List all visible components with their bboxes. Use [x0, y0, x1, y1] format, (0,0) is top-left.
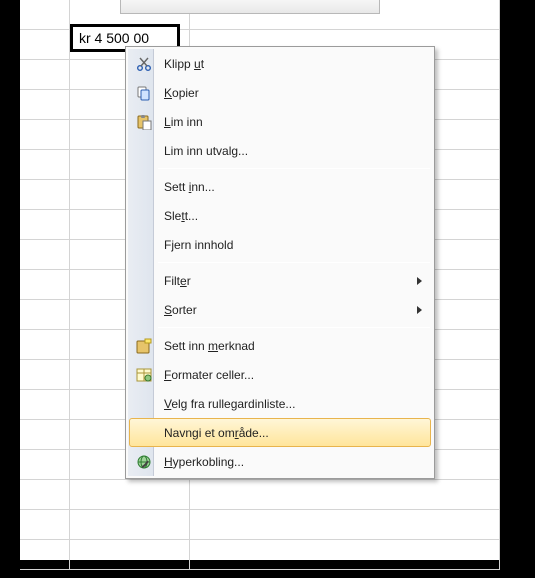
grid-cell[interactable] [70, 480, 190, 509]
menu-separator [158, 168, 430, 169]
grid-cell[interactable] [190, 510, 500, 539]
window-frame: // rows are purely decorative grid lines… [20, 0, 500, 560]
grid-cell[interactable] [70, 540, 190, 569]
menu-label: Sett inn... [164, 180, 215, 194]
grid-row [20, 480, 500, 510]
menu-label: Hyperkobling... [164, 455, 244, 469]
menu-cut[interactable]: Klipp ut [129, 49, 431, 78]
menu-paste-special[interactable]: Lim inn utvalg... [129, 136, 431, 165]
grid-row [20, 510, 500, 540]
toolbar-fragment [120, 0, 380, 14]
grid-cell[interactable] [20, 120, 70, 149]
grid-cell[interactable] [20, 540, 70, 569]
menu-paste[interactable]: Lim inn [129, 107, 431, 136]
menu-copy[interactable]: Kopier [129, 78, 431, 107]
grid-cell[interactable] [20, 480, 70, 509]
grid-cell[interactable] [20, 390, 70, 419]
menu-name-range[interactable]: Navngi et område... [129, 418, 431, 447]
grid-cell[interactable] [20, 240, 70, 269]
menu-separator [158, 327, 430, 328]
grid-cell[interactable] [20, 420, 70, 449]
grid-cell[interactable] [190, 540, 500, 569]
hyperlink-icon [134, 452, 154, 472]
submenu-arrow-icon [417, 277, 422, 285]
menu-filter[interactable]: Filter [129, 266, 431, 295]
menu-hyperlink[interactable]: Hyperkobling... [129, 447, 431, 476]
grid-cell[interactable] [20, 90, 70, 119]
grid-cell[interactable] [20, 30, 70, 59]
menu-label: Navngi et område... [164, 426, 269, 440]
menu-label: Kopier [164, 86, 199, 100]
grid-row [20, 540, 500, 570]
menu-separator [158, 262, 430, 263]
menu-sort[interactable]: Sorter [129, 295, 431, 324]
menu-insert[interactable]: Sett inn... [129, 172, 431, 201]
menu-label: Klipp ut [164, 57, 204, 71]
menu-label: Lim inn [164, 115, 203, 129]
paste-icon [134, 112, 154, 132]
grid-cell[interactable] [20, 180, 70, 209]
menu-label: Filter [164, 274, 191, 288]
menu-label: Sorter [164, 303, 197, 317]
grid-cell[interactable] [20, 270, 70, 299]
menu-clear[interactable]: Fjern innhold [129, 230, 431, 259]
cell-value: kr 4 500 00 [79, 30, 149, 46]
menu-pick-from-list[interactable]: Velg fra rullegardinliste... [129, 389, 431, 418]
menu-label: Lim inn utvalg... [164, 144, 248, 158]
format-cells-icon [134, 365, 154, 385]
menu-format-cells[interactable]: Formater celler... [129, 360, 431, 389]
grid-cell[interactable] [20, 300, 70, 329]
grid-cell[interactable] [190, 480, 500, 509]
submenu-arrow-icon [417, 306, 422, 314]
grid-cell[interactable] [20, 360, 70, 389]
context-menu: Klipp ut Kopier [125, 46, 435, 479]
menu-label: Sett inn merknad [164, 339, 255, 353]
comment-icon [134, 336, 154, 356]
menu-insert-comment[interactable]: Sett inn merknad [129, 331, 431, 360]
copy-icon [134, 83, 154, 103]
grid-cell[interactable] [20, 0, 70, 29]
grid-cell[interactable] [20, 150, 70, 179]
grid-cell[interactable] [70, 510, 190, 539]
grid-cell[interactable] [20, 210, 70, 239]
grid-cell[interactable] [20, 450, 70, 479]
grid-cell[interactable] [20, 510, 70, 539]
scissors-icon [134, 54, 154, 74]
menu-delete[interactable]: Slett... [129, 201, 431, 230]
grid-cell[interactable] [20, 60, 70, 89]
menu-label: Formater celler... [164, 368, 254, 382]
grid-cell[interactable] [20, 330, 70, 359]
menu-label: Fjern innhold [164, 238, 233, 252]
menu-label: Slett... [164, 209, 198, 223]
menu-label: Velg fra rullegardinliste... [164, 397, 295, 411]
